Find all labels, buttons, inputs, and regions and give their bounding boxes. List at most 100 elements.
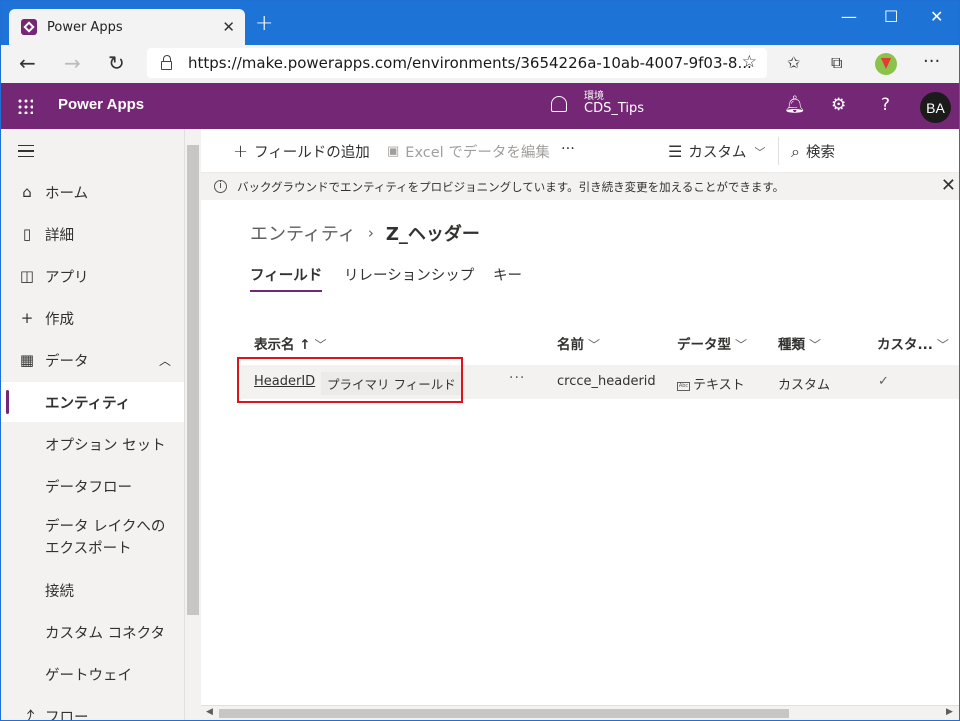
- add-field-label: フィールドの追加: [254, 145, 370, 161]
- highlight-box: [237, 357, 463, 403]
- hamburger-menu-icon[interactable]: [18, 145, 34, 157]
- chevron-down-icon: ﹀: [754, 145, 766, 159]
- field-logical-name: crcce_headerid: [557, 374, 656, 389]
- nav-item-create[interactable]: + 作成: [1, 298, 184, 338]
- view-list-icon: ☰: [668, 142, 683, 161]
- breadcrumb: エンティティ › Z_ヘッダー: [250, 220, 480, 246]
- horizontal-scrollbar[interactable]: ◀ ▶: [201, 705, 959, 720]
- nav-label: 接続: [45, 583, 74, 600]
- book-icon: ▯: [22, 225, 32, 243]
- nav-label: ホーム: [45, 185, 89, 202]
- tab-relationships[interactable]: リレーションシップ: [344, 264, 474, 285]
- chevron-down-icon: ﹀: [809, 338, 822, 352]
- sidebar-scrollbar-thumb[interactable]: [187, 145, 199, 615]
- row-more-button[interactable]: ···: [509, 370, 525, 386]
- plus-icon: +: [20, 309, 34, 327]
- text-type-icon: Abc: [677, 382, 690, 391]
- favorite-star-icon[interactable]: ☆: [742, 52, 757, 72]
- scroll-right-icon[interactable]: ▶: [946, 707, 953, 717]
- url-text: https://make.powerapps.com/environments/…: [188, 54, 752, 72]
- chevron-down-icon: ﹀: [735, 338, 748, 352]
- help-icon[interactable]: ?: [881, 95, 890, 115]
- home-icon: ⌂: [22, 183, 32, 201]
- column-header-data-type[interactable]: データ型 ﹀: [677, 333, 747, 353]
- user-avatar[interactable]: BA: [920, 92, 951, 123]
- extension-icon[interactable]: [875, 53, 897, 75]
- nav-item-custom-connectors[interactable]: カスタム コネクタ: [1, 612, 184, 652]
- browser-tab[interactable]: Power Apps ✕: [9, 9, 245, 45]
- view-selector[interactable]: ☰ カスタム ﹀: [668, 141, 765, 162]
- search-box[interactable]: ⌕ 検索: [791, 141, 835, 162]
- new-tab-button[interactable]: +: [255, 11, 273, 36]
- column-header-display-name[interactable]: 表示名 ↑ ﹀: [254, 333, 327, 353]
- nav-label: データフロー: [45, 479, 132, 496]
- url-field[interactable]: https://make.powerapps.com/environments/…: [147, 48, 767, 78]
- nav-item-dataflows[interactable]: データフロー: [1, 466, 184, 506]
- column-header-custom[interactable]: カスタ... ﹀: [877, 333, 949, 353]
- more-commands-button[interactable]: ···: [561, 141, 575, 157]
- column-header-kind[interactable]: 種類 ﹀: [778, 333, 821, 353]
- nav-label: アプリ: [45, 269, 89, 286]
- chevron-up-icon[interactable]: ︿: [159, 352, 171, 369]
- browser-menu-icon[interactable]: ···: [923, 51, 940, 72]
- nav-item-option-sets[interactable]: オプション セット: [1, 424, 184, 464]
- nav-label: データ: [45, 353, 89, 370]
- chevron-down-icon: ﹀: [588, 338, 601, 352]
- notifications-icon[interactable]: 🔔︎: [784, 95, 806, 115]
- nav-item-gateways[interactable]: ゲートウェイ: [1, 654, 184, 694]
- dismiss-banner-icon[interactable]: ✕: [941, 175, 956, 196]
- app-name[interactable]: Power Apps: [58, 96, 144, 113]
- main-content: エンティティ › Z_ヘッダー フィールド リレーションシップ キー 表示名 ↑…: [201, 200, 959, 705]
- settings-gear-icon[interactable]: ⚙: [831, 95, 846, 115]
- nav-item-export-to-data-lake[interactable]: データ レイクへのエクスポート: [1, 510, 184, 566]
- more-commands-label: ···: [561, 141, 575, 157]
- nav-label: エンティティ: [45, 395, 131, 412]
- column-header-label: データ型: [677, 337, 731, 353]
- powerapps-favicon-icon: [21, 19, 37, 35]
- command-bar: + フィールドの追加 ▣ Excel でデータを編集 ··· ☰ カスタム ﹀ …: [201, 129, 959, 173]
- column-header-name[interactable]: 名前 ﹀: [557, 333, 600, 353]
- refresh-icon[interactable]: ↻: [108, 51, 125, 75]
- maximize-button[interactable]: ☐: [884, 7, 898, 26]
- app-launcher-icon[interactable]: [17, 98, 33, 114]
- custom-checkmark-icon: ✓: [878, 374, 889, 389]
- tab-keys[interactable]: キー: [493, 264, 522, 285]
- favorites-icon[interactable]: ✩: [787, 53, 800, 72]
- edit-in-excel-label: Excel でデータを編集: [405, 145, 550, 161]
- forward-icon[interactable]: →: [64, 51, 81, 75]
- apps-icon: ◫: [19, 267, 35, 285]
- environment-name[interactable]: CDS_Tips: [584, 101, 644, 116]
- nav-item-data[interactable]: ▦ データ ︿: [1, 340, 184, 380]
- environment-icon[interactable]: [551, 96, 567, 112]
- tab-close-icon[interactable]: ✕: [222, 18, 235, 36]
- field-data-type: Abc テキスト: [677, 374, 745, 393]
- nav-item-connections[interactable]: 接続: [1, 570, 184, 610]
- close-window-button[interactable]: ✕: [930, 7, 943, 26]
- app-header: Power Apps 環境 CDS_Tips 🔔︎ ⚙ ? BA: [1, 83, 959, 129]
- search-icon: ⌕: [791, 141, 800, 161]
- minimize-button[interactable]: —: [841, 7, 857, 26]
- nav-item-learn[interactable]: ▯ 詳細: [1, 214, 184, 254]
- add-field-button[interactable]: + フィールドの追加: [233, 141, 370, 162]
- lock-icon: [161, 54, 172, 70]
- breadcrumb-entities[interactable]: エンティティ: [250, 220, 356, 246]
- edit-in-excel-button[interactable]: ▣ Excel でデータを編集: [387, 141, 550, 162]
- collections-icon[interactable]: ⧉: [831, 53, 842, 73]
- nav-item-entities[interactable]: エンティティ: [1, 382, 184, 422]
- view-selector-label: カスタム: [688, 145, 747, 161]
- nav-label: カスタム コネクタ: [45, 625, 166, 642]
- tab-title: Power Apps: [47, 19, 123, 35]
- scroll-left-icon[interactable]: ◀: [206, 707, 213, 717]
- horizontal-scrollbar-thumb[interactable]: [219, 709, 789, 718]
- environment-label[interactable]: 環境: [584, 87, 604, 102]
- nav-item-home[interactable]: ⌂ ホーム: [1, 172, 184, 212]
- chevron-down-icon: ﹀: [936, 338, 949, 352]
- nav-item-apps[interactable]: ◫ アプリ: [1, 256, 184, 296]
- back-icon[interactable]: ←: [19, 51, 36, 75]
- column-header-label: カスタ...: [877, 337, 933, 353]
- data-type-label: テキスト: [693, 378, 745, 393]
- browser-titlebar: Power Apps ✕ + — ☐ ✕: [1, 1, 959, 45]
- search-placeholder: 検索: [805, 145, 835, 161]
- tab-fields[interactable]: フィールド: [250, 264, 323, 292]
- nav-item-flows[interactable]: ⤴ フロー: [1, 696, 184, 721]
